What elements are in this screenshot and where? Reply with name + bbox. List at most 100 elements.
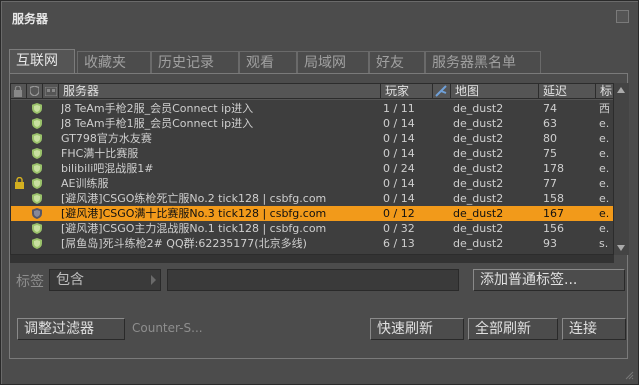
server-map: de_dust2 [453,147,504,160]
server-players: 0 / 14 [383,192,415,205]
refresh-all-button[interactable]: 全部刷新 [468,318,558,340]
server-ping: 80 [543,132,557,145]
add-tag-button[interactable]: 添加普通标签... [473,269,625,291]
server-ping: 74 [543,102,557,115]
shield-icon [32,208,42,219]
tab-lan[interactable]: 局域网 [297,51,369,73]
map-icon [435,85,447,97]
tag-mode-select[interactable]: 包含 [49,269,161,291]
server-tags: e. [599,222,610,235]
server-players: 0 / 32 [383,222,415,235]
scroll-down-icon[interactable] [617,245,625,251]
shield-icon [32,103,42,114]
server-players: 0 / 14 [383,177,415,190]
server-row[interactable]: J8 TeAm手枪1服_会员Connect ip进入 0 / 14 de_dust2… [11,116,613,131]
server-row[interactable]: [避风港]CSGO练枪死亡服No.2 tick128 | csbfg.com 0 … [11,191,613,206]
server-tags: e. [599,207,610,220]
server-name: [避风港]CSGO满十比赛服No.3 tick128 | csbfg.com [61,207,327,220]
server-ping: 77 [543,177,557,190]
server-players: 0 / 14 [383,117,415,130]
server-ping: 158 [543,192,564,205]
server-list[interactable]: 服务器 玩家 地图 延迟 标... J8 TeAm手枪2服_会员Connect … [10,83,614,255]
lock-icon [15,177,24,189]
shield-icon [32,148,42,159]
server-name: AE训练服 [61,177,109,190]
tab-friends[interactable]: 好友 [369,51,425,73]
col-bots[interactable] [43,84,59,99]
server-tags: e. [599,177,610,190]
col-secure[interactable] [27,84,43,99]
server-name: GT798官方水友赛 [61,132,152,145]
bots-icon [45,87,57,96]
shield-icon [32,238,42,249]
server-name: FHC满十比赛服 [61,147,139,160]
server-name: J8 TeAm手枪1服_会员Connect ip进入 [61,117,254,130]
servers-window: 服务器 互联网 收藏夹 历史记录 观看 局域网 好友 服务器黑名单 服务器 玩家 [0,0,639,385]
tab-favorites[interactable]: 收藏夹 [77,51,151,73]
server-row[interactable]: [屌鱼岛]死斗练枪2# QQ群:62235177(北京多线) 6 / 13 de_d… [11,236,613,251]
col-tags[interactable]: 标... [596,84,613,99]
vertical-scrollbar[interactable] [613,83,629,255]
server-row[interactable]: [避风港]CSGO满十比赛服No.3 tick128 | csbfg.com 0 … [11,206,613,221]
server-tags: e. [599,162,610,175]
scroll-up-icon[interactable] [617,87,625,93]
tab-blacklist[interactable]: 服务器黑名单 [425,51,541,73]
horizontal-scrollbar[interactable] [10,255,614,263]
server-row[interactable]: AE训练服 0 / 14 de_dust2 77 e. [11,176,613,191]
tab-history[interactable]: 历史记录 [151,51,239,73]
server-tags: e. [599,132,610,145]
server-map: de_dust2 [453,177,504,190]
connect-button[interactable]: 连接 [562,318,626,340]
server-row[interactable]: FHC满十比赛服 0 / 14 de_dust2 75 e. [11,146,613,161]
col-ping[interactable]: 延迟 [539,84,596,99]
server-map: de_dust2 [453,132,504,145]
server-ping: 75 [543,147,557,160]
server-map: de_dust2 [453,192,504,205]
filter-game-text: Counter-S... [132,321,203,335]
col-map[interactable]: 地图 [451,84,539,99]
server-ping: 93 [543,237,557,250]
server-ping: 156 [543,222,564,235]
server-map: de_dust2 [453,162,504,175]
server-map: de_dust2 [453,102,504,115]
server-players: 0 / 14 [383,147,415,160]
shield-icon [32,163,42,174]
window-title: 服务器 [12,12,49,26]
dropdown-arrow-icon [151,275,156,285]
server-map: de_dust2 [453,207,504,220]
server-row[interactable]: [避风港]CSGO主力混战服No.1 tick128 | csbfg.com 0 … [11,221,613,236]
server-row[interactable]: bilibili吧混战服1# 0 / 24 de_dust2 178 e. [11,161,613,176]
shield-icon [32,178,42,189]
filter-button[interactable]: 调整过滤器 [17,318,125,340]
tab-spectate[interactable]: 观看 [239,51,297,73]
server-name: J8 TeAm手枪2服_会员Connect ip进入 [61,102,254,115]
server-row[interactable]: J8 TeAm手枪2服_会员Connect ip进入 1 / 11 de_dust2… [11,101,613,116]
server-tags: 西 [599,102,610,115]
shield-icon [32,118,42,129]
server-row[interactable]: GT798官方水友赛 0 / 14 de_dust2 80 e. [11,131,613,146]
col-server-name[interactable]: 服务器 [59,84,381,99]
server-name: [避风港]CSGO练枪死亡服No.2 tick128 | csbfg.com [61,192,327,205]
quick-refresh-button[interactable]: 快速刷新 [370,318,464,340]
server-players: 6 / 13 [383,237,415,250]
server-tags: e. [599,192,610,205]
server-players: 0 / 14 [383,132,415,145]
server-players: 0 / 12 [383,207,415,220]
tag-label: 标签 [16,274,44,290]
shield-icon [32,133,42,144]
server-tags: e. [599,147,610,160]
shield-icon [32,193,42,204]
server-name: bilibili吧混战服1# [61,162,154,175]
tag-input[interactable] [167,269,459,291]
close-icon[interactable] [616,10,629,23]
resize-grip-icon[interactable] [625,371,634,380]
col-password[interactable] [11,84,27,99]
lock-icon [14,86,22,97]
server-map: de_dust2 [453,237,504,250]
server-tags: e. [599,117,610,130]
tab-internet[interactable]: 互联网 [9,49,75,73]
shield-icon [30,86,39,96]
col-map-icon[interactable] [433,84,451,99]
server-ping: 178 [543,162,564,175]
col-players[interactable]: 玩家 [381,84,433,99]
